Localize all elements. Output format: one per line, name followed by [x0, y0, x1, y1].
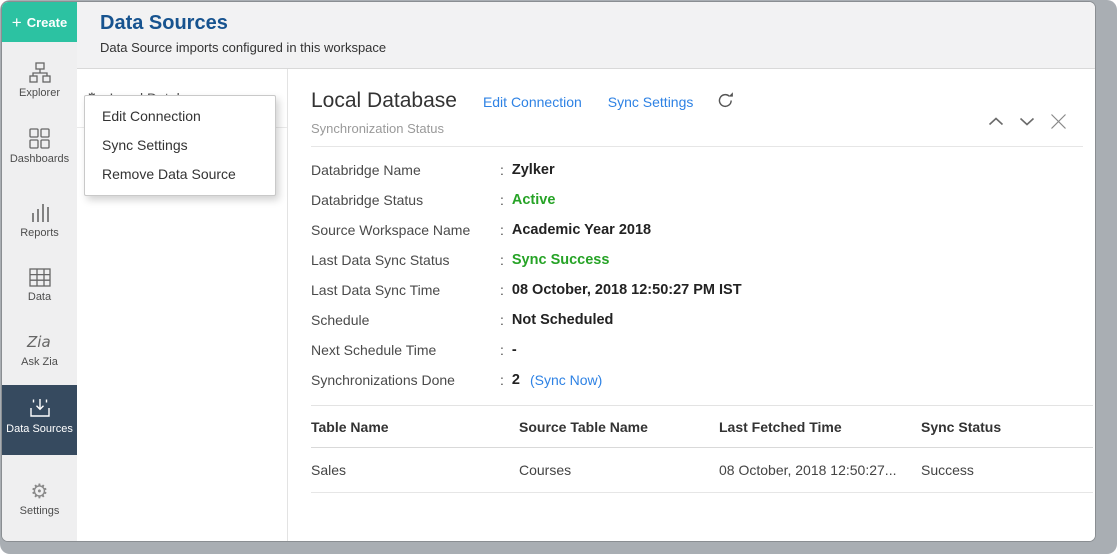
detail-row-next-schedule: Next Schedule Time : - — [311, 335, 1075, 365]
cell-sync-status: Success — [921, 462, 974, 478]
detail-label: Schedule — [311, 312, 370, 328]
detail-value: Not Scheduled — [511, 312, 614, 328]
detail-colon: : — [500, 162, 504, 178]
sidebar: + Create Explorer Dashboards Reports Dat… — [2, 2, 78, 541]
detail-colon: : — [500, 252, 504, 268]
data-sources-icon — [2, 397, 77, 419]
chevron-up-icon[interactable] — [988, 117, 1004, 126]
grid-squares-icon — [2, 127, 77, 149]
detail-value: Academic Year 2018 — [511, 222, 652, 238]
sync-now-link[interactable]: (Sync Now) — [530, 372, 602, 388]
sync-status-subtitle: Synchronization Status — [311, 121, 444, 136]
chevron-down-icon[interactable] — [1019, 117, 1035, 126]
sidebar-item-settings[interactable]: ⚙ Settings — [2, 479, 77, 517]
detail-row-synchronizations-done: Synchronizations Done : 2 (Sync Now) — [311, 365, 1075, 395]
table-row[interactable]: Sales Courses 08 October, 2018 12:50:27.… — [311, 448, 1093, 493]
plus-icon: + — [11, 12, 22, 32]
sidebar-item-label: Dashboards — [9, 153, 70, 165]
gear-icon: ⚙ — [30, 479, 49, 503]
detail-colon: : — [500, 312, 504, 328]
status-badge: Active — [511, 192, 556, 208]
cell-last-fetched-time: 08 October, 2018 12:50:27... — [719, 462, 897, 478]
detail-row-schedule: Schedule : Not Scheduled — [311, 305, 1075, 335]
detail-label: Next Schedule Time — [311, 342, 437, 358]
desktop-background: + Create Explorer Dashboards Reports Dat… — [0, 0, 1117, 554]
svg-text:Zia: Zia — [26, 333, 51, 351]
context-menu: Edit Connection Sync Settings Remove Dat… — [84, 95, 276, 196]
cell-table-name: Sales — [311, 462, 347, 478]
column-header: Table Name — [311, 418, 389, 435]
zia-icon: Zia — [2, 330, 77, 352]
sidebar-item-reports[interactable]: Reports — [2, 201, 77, 239]
app-header: Data Sources Data Source imports configu… — [77, 2, 1095, 69]
sitemap-icon — [2, 61, 77, 83]
sync-settings-link[interactable]: Sync Settings — [608, 94, 694, 110]
sidebar-item-data-sources[interactable]: Data Sources — [2, 385, 77, 455]
edit-connection-link[interactable]: Edit Connection — [483, 94, 582, 110]
detail-value: Zylker — [511, 162, 555, 178]
status-badge: Sync Success — [511, 252, 610, 268]
column-header: Source Table Name — [519, 418, 648, 435]
page-title: Data Sources — [100, 12, 228, 34]
column-header: Sync Status — [921, 418, 1002, 435]
panel-controls — [988, 113, 1067, 130]
divider — [311, 146, 1083, 147]
create-button[interactable]: + Create — [2, 2, 77, 42]
detail-colon: : — [500, 372, 504, 388]
sidebar-item-label: Settings — [19, 505, 60, 517]
create-button-label: Create — [26, 14, 68, 30]
panel-title: Local Database — [311, 89, 457, 112]
sidebar-item-label: Explorer — [19, 87, 60, 99]
sidebar-item-label: Data — [27, 291, 52, 303]
menu-item-sync-settings[interactable]: Sync Settings — [85, 131, 275, 160]
detail-value: 08 October, 2018 12:50:27 PM IST — [511, 282, 742, 298]
sidebar-item-data[interactable]: Data — [2, 265, 77, 303]
detail-colon: : — [500, 342, 504, 358]
detail-value: 2 — [511, 372, 520, 388]
detail-label: Databridge Name — [311, 162, 421, 178]
sidebar-item-label: Ask Zia — [21, 356, 58, 368]
app-window: + Create Explorer Dashboards Reports Dat… — [2, 2, 1095, 541]
menu-item-remove-data-source[interactable]: Remove Data Source — [85, 160, 275, 189]
detail-colon: : — [500, 192, 504, 208]
sync-table: Table Name Source Table Name Last Fetche… — [311, 405, 1093, 493]
sidebar-item-explorer[interactable]: Explorer — [2, 61, 77, 99]
menu-item-edit-connection[interactable]: Edit Connection — [85, 102, 275, 131]
table-header-row: Table Name Source Table Name Last Fetche… — [311, 406, 1093, 448]
sidebar-item-dashboards[interactable]: Dashboards — [2, 127, 77, 165]
detail-row-source-workspace: Source Workspace Name : Academic Year 20… — [311, 215, 1075, 245]
detail-row-last-sync-status: Last Data Sync Status : Sync Success — [311, 245, 1075, 275]
refresh-icon[interactable] — [717, 92, 734, 109]
detail-value: - — [511, 342, 517, 358]
close-icon[interactable] — [1050, 113, 1067, 130]
detail-label: Databridge Status — [311, 192, 424, 208]
detail-label: Last Data Sync Status — [311, 252, 450, 268]
table-grid-icon — [2, 265, 77, 287]
detail-title-row: Local Database Edit Connection Sync Sett… — [311, 89, 734, 113]
page-subtitle: Data Source imports configured in this w… — [100, 40, 387, 55]
sidebar-item-ask-zia[interactable]: Zia Ask Zia — [2, 330, 77, 368]
detail-colon: : — [500, 282, 504, 298]
sync-details-list: Databridge Name : Zylker Databridge Stat… — [311, 155, 1075, 395]
sidebar-item-label: Data Sources — [6, 423, 73, 435]
detail-colon: : — [500, 222, 504, 238]
bar-chart-icon — [2, 201, 77, 223]
detail-row-databridge-name: Databridge Name : Zylker — [311, 155, 1075, 185]
sidebar-item-label: Reports — [20, 227, 59, 239]
detail-row-last-sync-time: Last Data Sync Time : 08 October, 2018 1… — [311, 275, 1075, 305]
detail-label: Source Workspace Name — [311, 222, 471, 238]
detail-panel: Local Database Edit Connection Sync Sett… — [288, 69, 1095, 541]
detail-row-databridge-status: Databridge Status : Active — [311, 185, 1075, 215]
detail-label: Last Data Sync Time — [311, 282, 441, 298]
column-header: Last Fetched Time — [719, 418, 842, 435]
detail-label: Synchronizations Done — [311, 372, 455, 388]
cell-source-table-name: Courses — [519, 462, 572, 478]
